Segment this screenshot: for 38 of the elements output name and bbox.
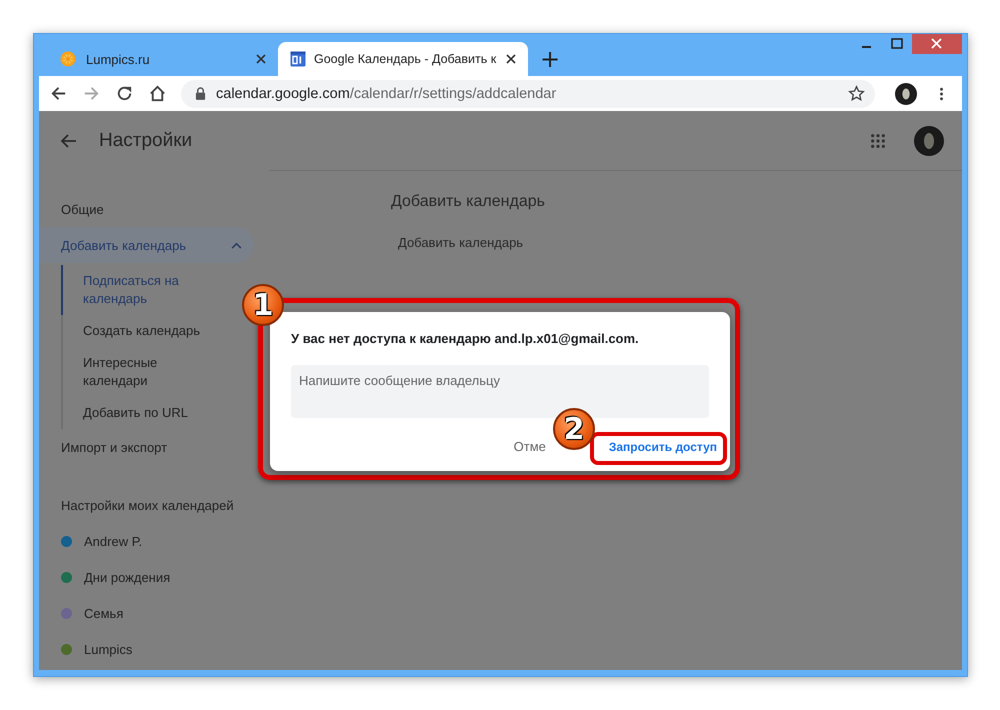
reload-icon[interactable] xyxy=(115,84,134,103)
step-badge: 1 xyxy=(242,284,284,326)
request-access-button[interactable]: Запросить доступ xyxy=(606,434,720,460)
url-text: calendar.google.com/calendar/r/settings/addcalendar xyxy=(216,86,556,102)
sidebar-item[interactable]: Импорт и экспорт xyxy=(39,429,254,465)
message-field[interactable]: Напишите сообщение владельцу xyxy=(291,365,709,418)
avatar-icon[interactable] xyxy=(895,82,917,104)
sidebar-subitem[interactable]: Создать календарь xyxy=(61,315,213,347)
calendar-name[interactable]: Дни рождения xyxy=(84,570,170,584)
chevron-icon[interactable] xyxy=(231,242,242,248)
sidebar-item[interactable]: Общие xyxy=(39,191,254,227)
menu-icon[interactable] xyxy=(939,86,944,102)
lock-icon xyxy=(195,87,206,100)
apps-icon[interactable] xyxy=(870,133,886,149)
calendar-icon xyxy=(290,51,306,67)
cancel-button[interactable]: Отме xyxy=(510,433,550,460)
sidebar-subitem[interactable]: Добавить по URL xyxy=(61,397,213,429)
browser-tab[interactable]: Google Календарь - Добавить к xyxy=(278,42,528,76)
page-title: Настройки xyxy=(99,130,192,152)
browser-tab[interactable]: Lumpics.ru xyxy=(48,42,278,76)
dialog-message: У вас нет доступа к календарю and.lp.x01@gmail.com. xyxy=(291,331,640,346)
address-bar[interactable]: calendar.google.com/calendar/r/settings/addcalendar xyxy=(181,80,875,108)
home-icon[interactable] xyxy=(148,84,167,103)
sidebar-item[interactable]: Добавить календарь xyxy=(39,227,254,263)
sidebar-subitem[interactable]: Подписаться на календарь xyxy=(61,265,213,315)
calendar-name[interactable]: Семья xyxy=(84,606,124,620)
section-label: Добавить календарь xyxy=(398,235,524,250)
new-tab-button[interactable]: + xyxy=(532,42,568,76)
calendar-name[interactable]: Lumpics xyxy=(84,642,132,656)
section-title: Настройки моих календарей xyxy=(60,496,235,515)
citrus-icon xyxy=(60,51,76,67)
star-icon[interactable] xyxy=(848,85,865,102)
calendar-name[interactable]: Andrew P. xyxy=(84,534,142,548)
section-heading: Добавить календарь xyxy=(391,193,546,211)
close-icon[interactable] xyxy=(506,54,516,64)
sidebar-subitem[interactable]: Интересные календари xyxy=(61,347,213,397)
close-icon[interactable] xyxy=(256,54,266,64)
back-icon[interactable] xyxy=(49,84,68,103)
